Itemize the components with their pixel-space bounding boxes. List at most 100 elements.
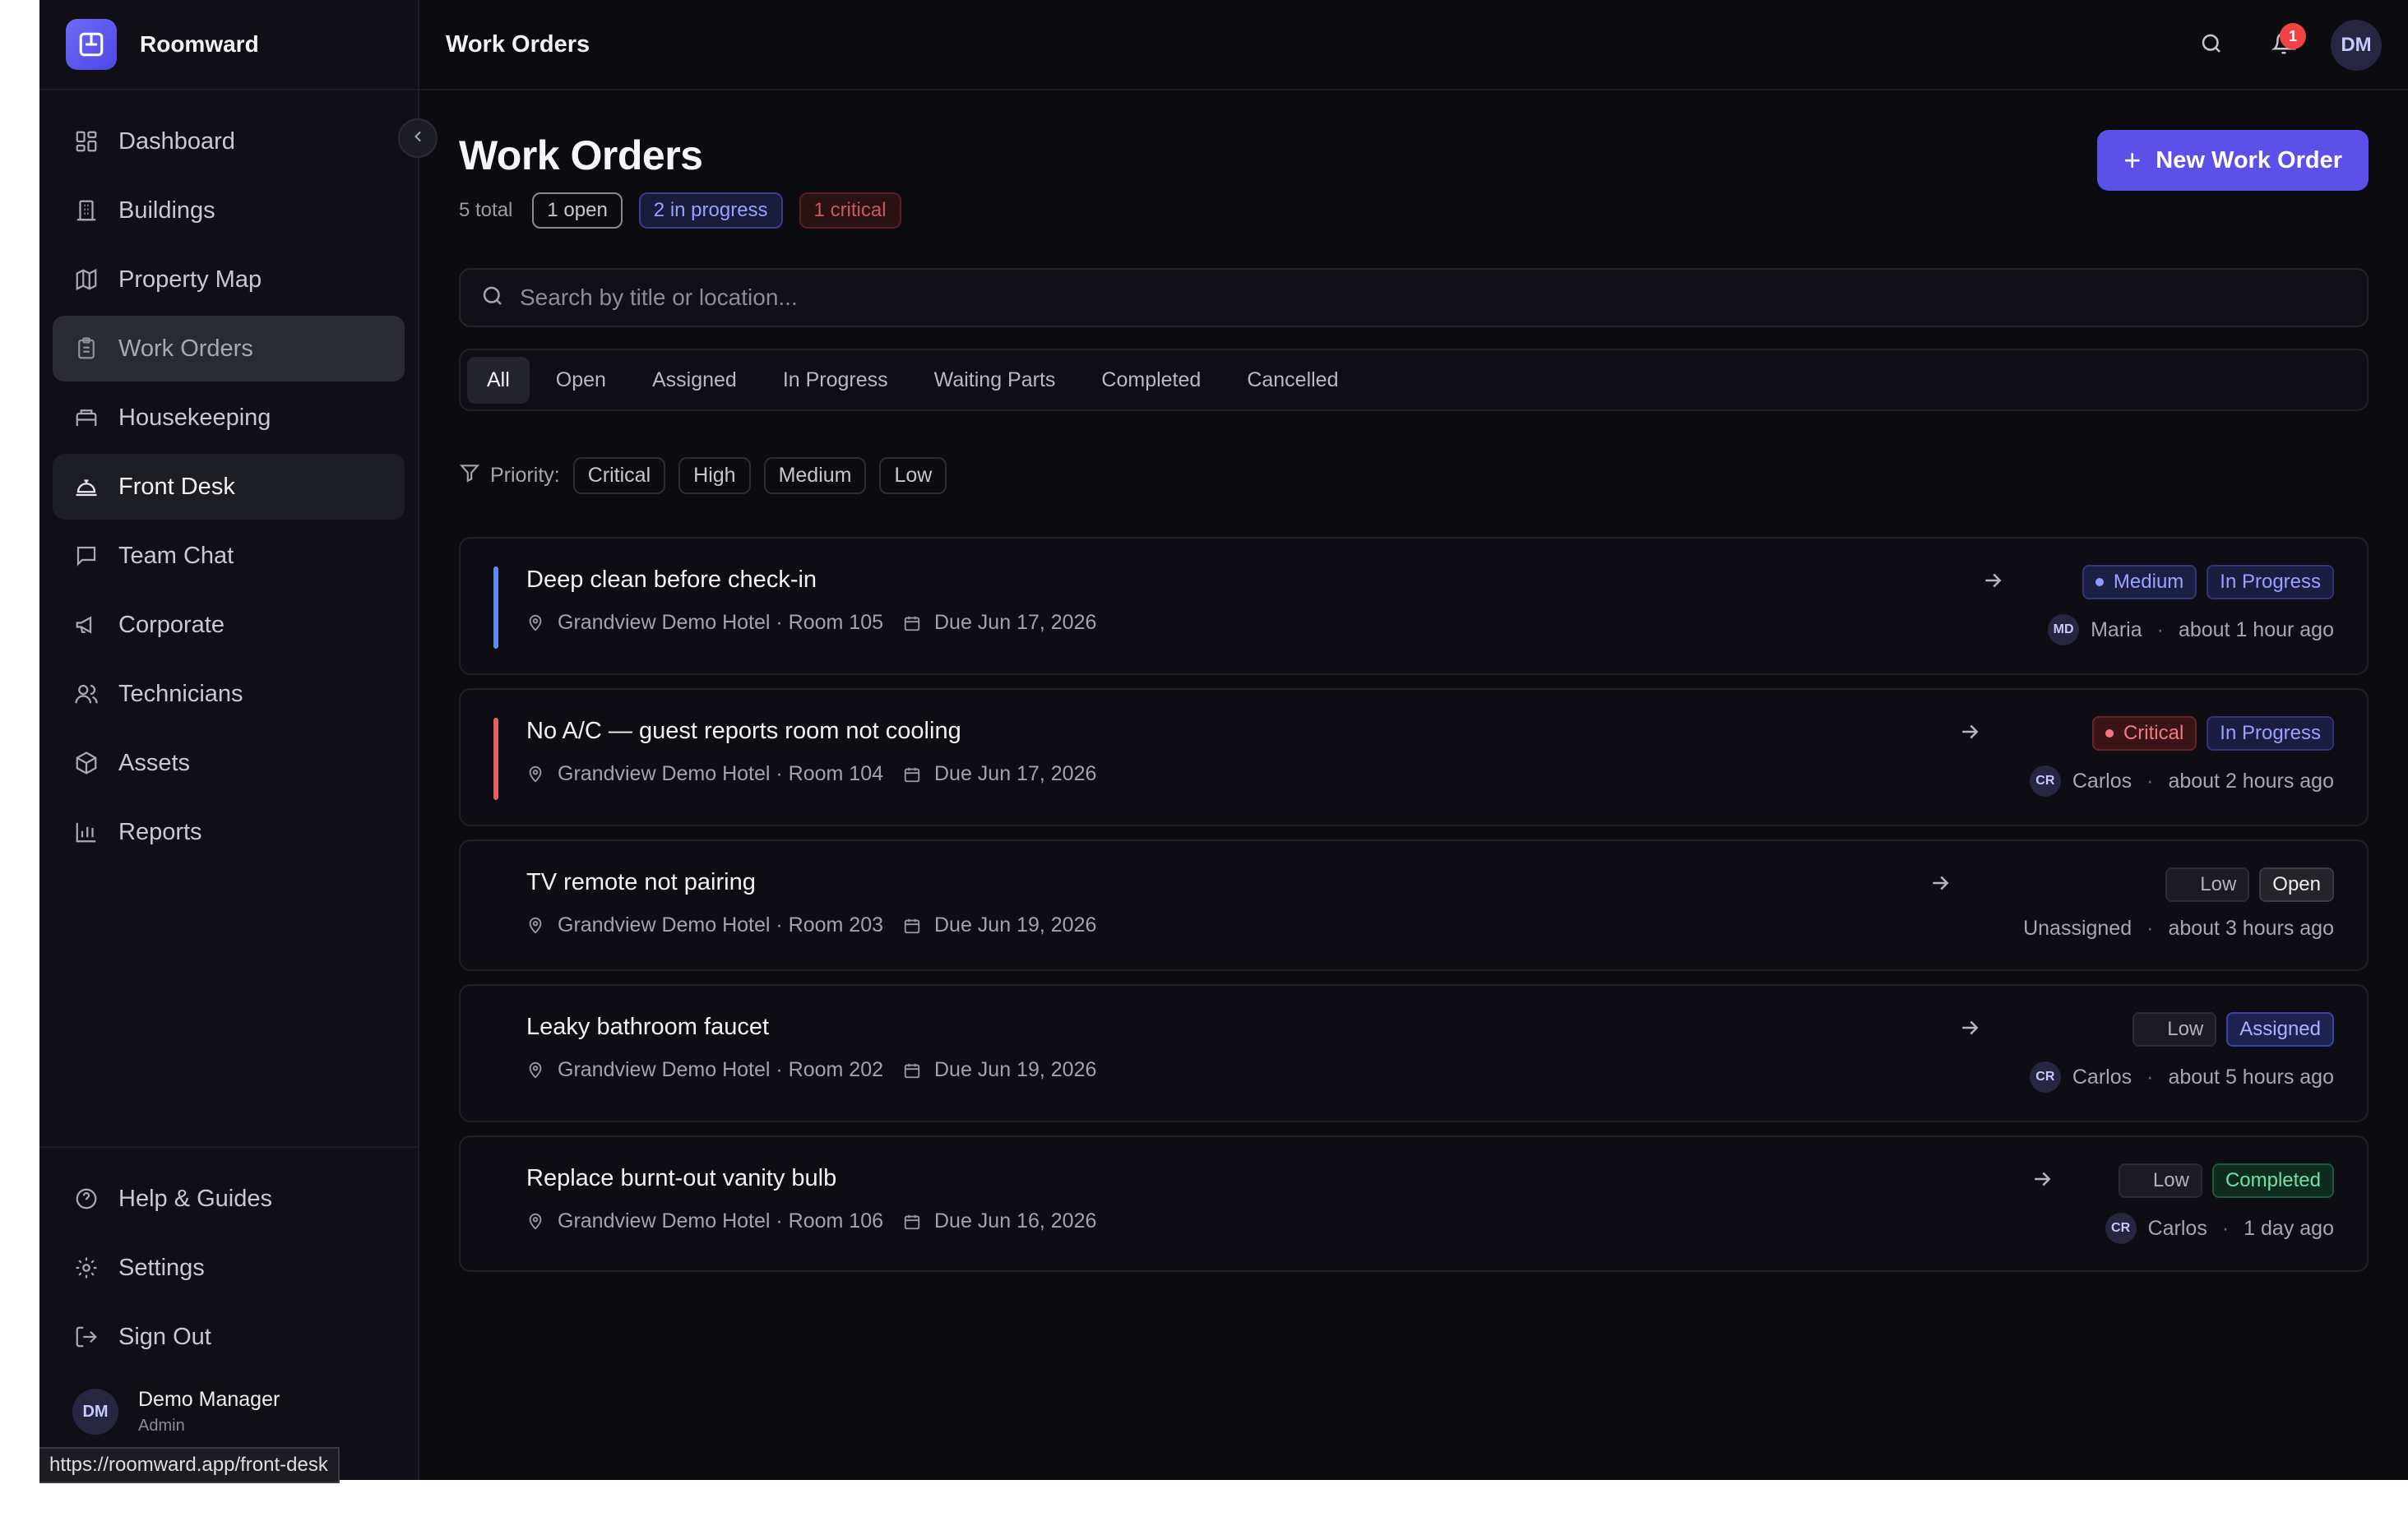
order-tags: Low Assigned — [2123, 1012, 2334, 1047]
tab-assigned[interactable]: Assigned — [632, 357, 757, 404]
arrow-right-icon[interactable] — [1957, 1015, 1982, 1044]
order-title: Deep clean before check-in — [526, 566, 817, 593]
total-count: 5 total — [459, 199, 513, 221]
link-status-tooltip: https://roomward.app/front-desk — [39, 1447, 340, 1483]
sidebar-item-team-chat[interactable]: Team Chat — [53, 523, 405, 589]
sidebar-item-label: Housekeeping — [118, 404, 271, 431]
user-role: Admin — [138, 1417, 185, 1435]
current-user[interactable]: DM Demo Manager Admin — [72, 1388, 280, 1436]
order-time: about 2 hours ago — [2168, 769, 2334, 793]
order-meta: Grandview Demo Hotel · Room 106 Due Jun … — [526, 1209, 1096, 1233]
order-due: Due Jun 17, 2026 — [934, 611, 1097, 634]
search-input[interactable] — [520, 284, 2218, 311]
sidebar-item-label: Work Orders — [118, 335, 253, 362]
tab-in-progress[interactable]: In Progress — [763, 357, 908, 404]
sidebar-item-buildings[interactable]: Buildings — [53, 178, 405, 243]
calendar-icon — [903, 765, 921, 784]
sidebar-item-assets[interactable]: Assets — [53, 730, 405, 796]
list-item[interactable]: Deep clean before check-in Grandview Dem… — [459, 537, 2369, 675]
tab-all[interactable]: All — [467, 356, 530, 404]
status-tabs: All Open Assigned In Progress Waiting Pa… — [459, 349, 2369, 411]
location-pin-icon — [526, 1061, 544, 1080]
priority-chip-low[interactable]: Low — [879, 457, 947, 494]
order-assignee-row: CR Carlos · about 2 hours ago — [2029, 765, 2334, 797]
sidebar-item-technicians[interactable]: Technicians — [53, 661, 405, 727]
status-badge: Assigned — [2226, 1012, 2334, 1047]
sidebar-item-settings[interactable]: Settings — [53, 1235, 405, 1301]
priority-chip-medium[interactable]: Medium — [763, 457, 867, 494]
sidebar-item-corporate[interactable]: Corporate — [53, 592, 405, 658]
order-tags: Low Open — [2156, 867, 2334, 902]
bar-chart-icon — [72, 818, 100, 846]
list-item[interactable]: Leaky bathroom faucet Grandview Demo Hot… — [459, 984, 2369, 1122]
arrow-right-icon[interactable] — [1980, 568, 2005, 597]
open-count-badge[interactable]: 1 open — [532, 192, 623, 229]
order-due: Due Jun 17, 2026 — [934, 762, 1097, 785]
order-meta: Grandview Demo Hotel · Room 104 Due Jun … — [526, 762, 1096, 786]
search-icon — [480, 284, 505, 312]
sidebar-item-label: Help & Guides — [118, 1185, 272, 1212]
tab-cancelled[interactable]: Cancelled — [1227, 357, 1358, 404]
topbar: Work Orders 1 DM — [419, 0, 2408, 90]
status-badge: Open — [2259, 867, 2334, 902]
order-title: Leaky bathroom faucet — [526, 1014, 770, 1040]
order-meta: Grandview Demo Hotel · Room 203 Due Jun … — [526, 913, 1096, 937]
arrow-right-icon[interactable] — [2030, 1167, 2054, 1195]
order-title: No A/C — guest reports room not cooling — [526, 718, 961, 744]
assignee-name: Maria — [2091, 617, 2142, 641]
sidebar-item-label: Sign Out — [118, 1323, 211, 1350]
priority-chip-high[interactable]: High — [678, 457, 751, 494]
assignee-name: Unassigned — [2023, 917, 2132, 940]
app-window: Roomward Dashboard Buildings Property Ma… — [39, 0, 2408, 1480]
page-title: Work Orders — [459, 132, 703, 178]
filter-icon — [459, 462, 480, 489]
sidebar: Roomward Dashboard Buildings Property Ma… — [39, 0, 438, 1480]
sidebar-item-sign-out[interactable]: Sign Out — [53, 1304, 405, 1370]
avatar: CR — [2105, 1213, 2137, 1244]
priority-badge: Low — [2132, 1012, 2217, 1047]
order-due: Due Jun 16, 2026 — [934, 1209, 1097, 1232]
assignee-name: Carlos — [2147, 1216, 2207, 1240]
list-item[interactable]: No A/C — guest reports room not cooling … — [459, 688, 2369, 826]
order-time: 1 day ago — [2244, 1216, 2334, 1240]
arrow-right-icon[interactable] — [1957, 719, 1982, 748]
search-button[interactable] — [2186, 20, 2237, 71]
in-progress-count-badge[interactable]: 2 in progress — [638, 192, 783, 229]
sidebar-item-dashboard[interactable]: Dashboard — [53, 109, 405, 174]
search-bar — [459, 268, 2369, 327]
notifications-button[interactable]: 1 — [2258, 20, 2309, 71]
tab-completed[interactable]: Completed — [1081, 357, 1220, 404]
arrow-right-icon[interactable] — [1928, 871, 1952, 899]
list-item[interactable]: TV remote not pairing Grandview Demo Hot… — [459, 839, 2369, 971]
sidebar-item-housekeeping[interactable]: Housekeeping — [53, 385, 405, 451]
tab-waiting-parts[interactable]: Waiting Parts — [915, 357, 1076, 404]
users-icon — [72, 680, 100, 708]
sidebar-item-front-desk[interactable]: Front Desk — [53, 454, 405, 520]
avatar: CR — [2029, 765, 2061, 797]
priority-chip-critical[interactable]: Critical — [572, 457, 666, 494]
location-pin-icon — [526, 614, 544, 632]
order-location: Grandview Demo Hotel · Room 106 — [558, 1209, 883, 1232]
main-content: Work Orders 1 DM Work Orders 5 total 1 o… — [419, 0, 2408, 1480]
tab-open[interactable]: Open — [536, 357, 626, 404]
new-work-order-label: New Work Order — [2156, 146, 2342, 173]
order-location: Grandview Demo Hotel · Room 203 — [558, 913, 883, 936]
brand[interactable]: Roomward — [39, 0, 418, 90]
sidebar-item-work-orders[interactable]: Work Orders — [53, 316, 405, 382]
critical-count-badge[interactable]: 1 critical — [799, 192, 901, 229]
help-icon — [72, 1185, 100, 1213]
priority-filter: Priority: Critical High Medium Low — [459, 457, 2369, 494]
order-meta: Grandview Demo Hotel · Room 105 Due Jun … — [526, 611, 1096, 635]
order-time: about 1 hour ago — [2178, 617, 2334, 641]
collapse-sidebar-button[interactable] — [398, 118, 438, 158]
sidebar-item-property-map[interactable]: Property Map — [53, 247, 405, 312]
list-item[interactable]: Replace burnt-out vanity bulb Grandview … — [459, 1135, 2369, 1272]
status-badge: Completed — [2211, 1163, 2334, 1198]
location-pin-icon — [526, 1213, 544, 1231]
sidebar-item-help[interactable]: Help & Guides — [53, 1166, 405, 1232]
user-avatar-button[interactable]: DM — [2331, 20, 2382, 71]
dashboard-icon — [72, 127, 100, 155]
sidebar-item-reports[interactable]: Reports — [53, 799, 405, 865]
building-icon — [72, 197, 100, 224]
new-work-order-button[interactable]: + New Work Order — [2097, 130, 2369, 191]
